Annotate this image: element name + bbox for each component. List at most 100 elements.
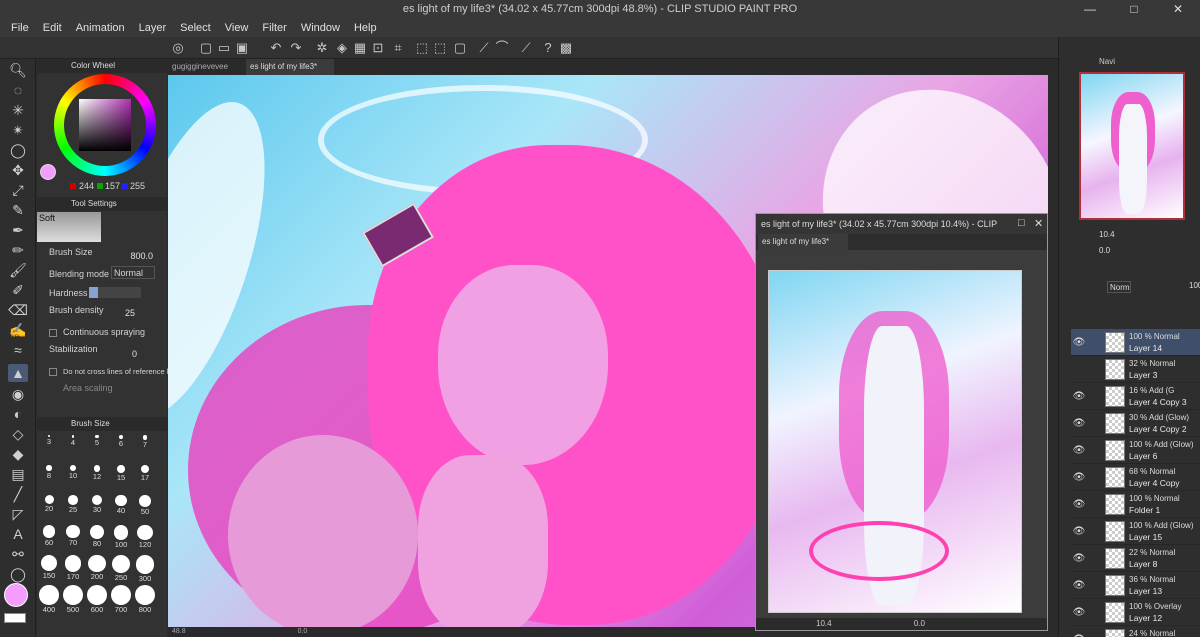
- eye-icon[interactable]: 👁︎: [1071, 383, 1087, 410]
- brush-size-cell[interactable]: 7: [133, 435, 157, 449]
- brush-density-value[interactable]: 25: [117, 308, 135, 318]
- layer-row[interactable]: 👁︎ 36 % Normal Layer 13: [1071, 572, 1200, 599]
- brush-size-cell[interactable]: 60: [37, 525, 61, 547]
- save-icon[interactable]: ▣: [234, 40, 250, 56]
- brush-size-cell[interactable]: 15: [109, 465, 133, 482]
- brush-size-cell[interactable]: 70: [61, 525, 85, 547]
- stabilization-value[interactable]: 0: [121, 349, 137, 359]
- brush-icon[interactable]: 🖌︎: [8, 261, 28, 279]
- brush-size-cell[interactable]: 150: [37, 555, 61, 580]
- selection-lasso-icon[interactable]: ◯: [8, 141, 28, 159]
- text-tool-icon[interactable]: A: [8, 525, 28, 543]
- saturation-value-square[interactable]: [79, 99, 131, 151]
- layer-row[interactable]: 👁︎ 100 % Add (Glow) Layer 15: [1071, 518, 1200, 545]
- eye-icon[interactable]: 👁︎: [1071, 437, 1087, 464]
- eyedropper-icon[interactable]: ✎: [8, 201, 28, 219]
- clip-studio-icon[interactable]: ◎: [170, 40, 186, 56]
- line-icon[interactable]: ╱: [8, 485, 28, 503]
- layer-row[interactable]: 👁︎ 16 % Add (G Layer 4 Copy 3: [1071, 383, 1200, 410]
- layer-row[interactable]: 👁︎ 68 % Normal Layer 4 Copy: [1071, 464, 1200, 491]
- layer-row[interactable]: 👁︎ 100 % Normal Folder 1: [1071, 491, 1200, 518]
- sub-color-swatch[interactable]: [4, 613, 26, 623]
- zoom-readout[interactable]: 48.8: [172, 628, 186, 635]
- eye-icon[interactable]: 👁︎: [1071, 329, 1087, 356]
- sub-window-close-icon[interactable]: ✕: [1034, 217, 1043, 230]
- layer-row[interactable]: 👁︎ 22 % Normal Layer 8: [1071, 545, 1200, 572]
- brush-size-cell[interactable]: 40: [109, 495, 133, 515]
- frame-icon[interactable]: ◸: [8, 505, 28, 523]
- pencil-icon[interactable]: ✏: [8, 241, 28, 259]
- close-button[interactable]: ✕: [1156, 0, 1200, 19]
- menu-animation[interactable]: Animation: [69, 22, 132, 34]
- show-selection-icon[interactable]: ▢: [452, 40, 468, 56]
- brush-size-cell[interactable]: 200: [85, 555, 109, 581]
- brush-size-cell[interactable]: 17: [133, 465, 157, 482]
- brush-size-cell[interactable]: 6: [109, 435, 133, 448]
- eye-icon[interactable]: 👁︎: [1071, 491, 1087, 518]
- snap-special-ruler-icon[interactable]: ⌒: [494, 40, 510, 56]
- sub-zoom-readout[interactable]: 10.4: [816, 619, 832, 628]
- continuous-spraying-checkbox[interactable]: [49, 329, 57, 337]
- brush-size-cell[interactable]: 120: [133, 525, 157, 549]
- layer-row[interactable]: 👁︎ 100 % Overlay Layer 12: [1071, 599, 1200, 626]
- brush-size-cell[interactable]: 30: [85, 495, 109, 514]
- bucket-icon[interactable]: ◆: [8, 445, 28, 463]
- brush-size-cell[interactable]: 800: [133, 585, 157, 614]
- brush-size-cell[interactable]: 8: [37, 465, 61, 480]
- eye-icon[interactable]: 👁︎: [1071, 626, 1087, 637]
- deselect-icon[interactable]: ⬚: [414, 40, 430, 56]
- gradient-icon[interactable]: ▤: [8, 465, 28, 483]
- layer-row[interactable]: 👁︎ 30 % Add (Glow) Layer 4 Copy 2: [1071, 410, 1200, 437]
- ruler-icon[interactable]: ◯: [8, 565, 28, 583]
- undo-icon[interactable]: ↶: [268, 40, 284, 56]
- sub-window-maximize-icon[interactable]: □: [1018, 217, 1025, 229]
- brush-size-cell[interactable]: 5: [85, 435, 109, 447]
- fill-tool-icon[interactable]: ◐: [8, 405, 28, 423]
- menu-help[interactable]: Help: [347, 22, 384, 34]
- layer-row[interactable]: 👁︎ 24 % Normal: [1071, 626, 1200, 637]
- layer-blend-select[interactable]: Norm: [1107, 281, 1131, 293]
- blending-mode-select[interactable]: Normal: [111, 266, 155, 279]
- brush-size-cell[interactable]: 10: [61, 465, 85, 480]
- menu-filter[interactable]: Filter: [255, 22, 293, 34]
- layer-row[interactable]: 👁︎ 100 % Add (Glow) Layer 6: [1071, 437, 1200, 464]
- redo-icon[interactable]: ↷: [288, 40, 304, 56]
- decoration-icon[interactable]: ◉: [8, 385, 28, 403]
- brush-size-cell[interactable]: 4: [61, 435, 85, 447]
- eye-icon[interactable]: 👁︎: [1071, 518, 1087, 545]
- marker-icon[interactable]: ✐: [8, 281, 28, 299]
- brush-size-cell[interactable]: 20: [37, 495, 61, 513]
- menu-window[interactable]: Window: [294, 22, 347, 34]
- brush-size-cell[interactable]: 700: [109, 585, 133, 614]
- brush-size-cell[interactable]: 12: [85, 465, 109, 481]
- help-icon[interactable]: ?: [540, 40, 556, 56]
- balloon-icon[interactable]: ⚯: [8, 545, 28, 563]
- loading-icon[interactable]: ✲: [314, 40, 330, 56]
- liquify-icon[interactable]: ≈: [8, 341, 28, 359]
- layer-row[interactable]: 32 % Normal Layer 3: [1071, 356, 1200, 383]
- rotation-readout[interactable]: 0.0: [298, 628, 308, 635]
- brush-size-cell[interactable]: 3: [37, 435, 61, 446]
- menu-layer[interactable]: Layer: [132, 22, 174, 34]
- menu-view[interactable]: View: [218, 22, 256, 34]
- eye-icon[interactable]: 👁︎: [1071, 464, 1087, 491]
- tab-current-document[interactable]: es light of my life3*: [246, 59, 334, 75]
- transform-tool-icon[interactable]: ⤢: [8, 181, 28, 199]
- navigator-rotation[interactable]: 0.0: [1099, 246, 1110, 255]
- lasso-tool-icon[interactable]: ◌: [8, 81, 28, 99]
- open-file-icon[interactable]: ▭: [216, 40, 232, 56]
- eraser-icon[interactable]: ⌫: [8, 301, 28, 319]
- move-tool-icon[interactable]: ✥: [8, 161, 28, 179]
- crop-icon[interactable]: ⌗: [390, 40, 406, 56]
- brush-size-cell[interactable]: 250: [109, 555, 133, 582]
- clear-icon[interactable]: ◈: [334, 40, 350, 56]
- brush-size-cell[interactable]: 50: [133, 495, 157, 516]
- transparency-icon[interactable]: ▩: [558, 40, 574, 56]
- menu-file[interactable]: File: [4, 22, 36, 34]
- menu-edit[interactable]: Edit: [36, 22, 69, 34]
- navigator-zoom[interactable]: 10.4: [1099, 230, 1115, 239]
- snap-ruler-icon[interactable]: ⟋: [476, 40, 492, 56]
- eye-icon[interactable]: 👁︎: [1071, 410, 1087, 437]
- sub-rotation-readout[interactable]: 0.0: [914, 619, 925, 628]
- blend-icon[interactable]: ✍: [8, 321, 28, 339]
